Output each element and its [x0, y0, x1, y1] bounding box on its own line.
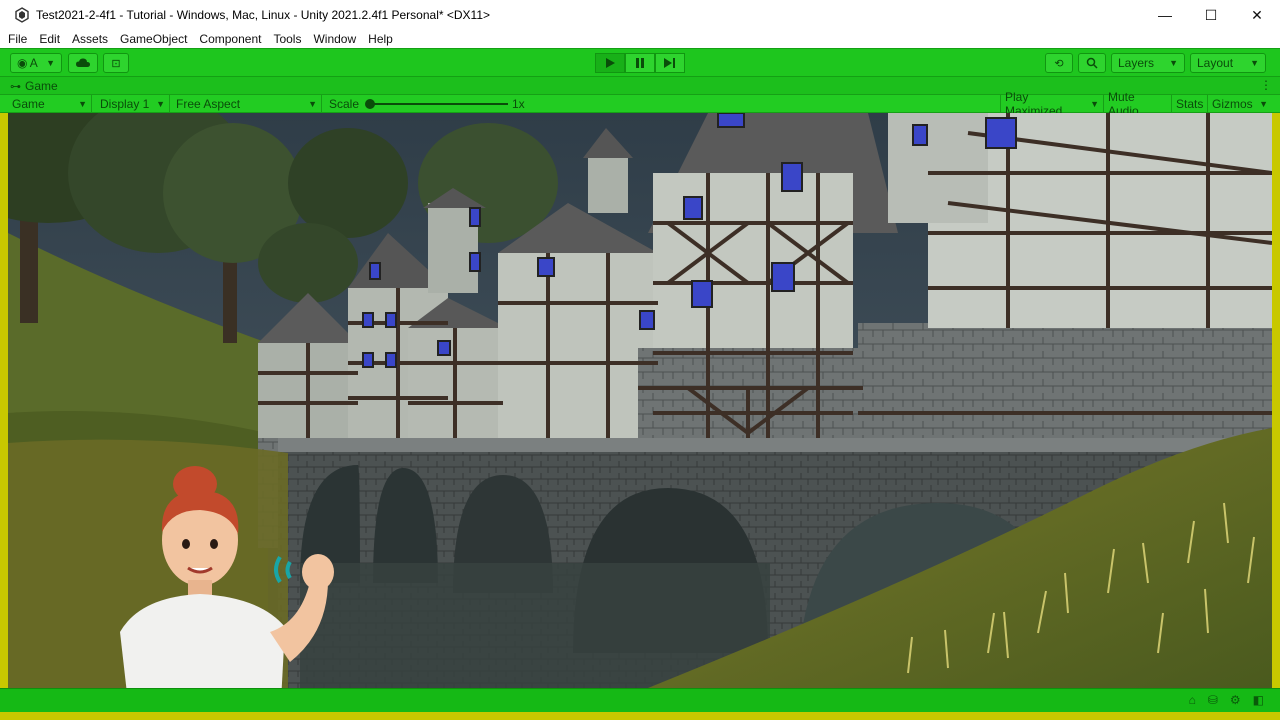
chevron-down-icon: ▼: [308, 99, 317, 109]
game-view-toolbar: Game ▼ Display 1 ▼ Free Aspect ▼ Scale 1…: [0, 90, 1280, 118]
main-toolbar: ◉ A ▼ ⊡ ⟲ Layers ▼ Layout ▼: [0, 48, 1280, 76]
status-icons: ⌂ ⛁ ⚙ ◧: [1189, 693, 1264, 707]
collab-button[interactable]: ⊡: [103, 53, 129, 73]
account-label: A: [29, 56, 38, 70]
scale-slider-handle[interactable]: [365, 99, 375, 109]
maximize-button[interactable]: ☐: [1188, 0, 1234, 30]
database-icon[interactable]: ⛁: [1208, 693, 1218, 707]
chevron-down-icon: ▼: [1250, 58, 1259, 68]
chevron-down-icon: ▼: [1090, 99, 1099, 109]
tab-game[interactable]: ⊶ Game: [10, 78, 58, 94]
collab-status-icon[interactable]: ◧: [1253, 693, 1264, 707]
play-icon: [606, 58, 615, 68]
history-icon: ⟲: [1054, 57, 1064, 70]
layout-label: Layout: [1197, 56, 1234, 70]
gizmos-label: Gizmos: [1212, 97, 1253, 111]
chevron-down-icon: ▼: [1169, 58, 1178, 68]
layers-label: Layers: [1118, 56, 1155, 70]
menu-bar: File Edit Assets GameObject Component To…: [0, 30, 1280, 48]
tab-strip: ⊶ Game ⋮: [0, 76, 1280, 94]
menu-gameobject[interactable]: GameObject: [120, 32, 187, 46]
step-button[interactable]: [655, 53, 685, 73]
cloud-button[interactable]: [68, 53, 98, 73]
view-select-label: Game: [12, 97, 45, 111]
account-dropdown[interactable]: ◉ A ▼: [10, 53, 62, 73]
debug-icon[interactable]: ⚙: [1230, 693, 1241, 707]
search-button[interactable]: [1078, 53, 1106, 73]
close-button[interactable]: ✕: [1234, 0, 1280, 30]
pause-icon: [636, 58, 644, 68]
menu-assets[interactable]: Assets: [72, 32, 108, 46]
bottom-border: [0, 712, 1280, 720]
mute-audio-toggle[interactable]: Mute Audio: [1104, 90, 1172, 118]
aspect-select-label: Free Aspect: [176, 97, 241, 111]
scale-label: Scale: [329, 97, 360, 111]
menu-edit[interactable]: Edit: [39, 32, 60, 46]
layout-dropdown[interactable]: Layout ▼: [1190, 53, 1266, 73]
title-bar: Test2021-2-4f1 - Tutorial - Windows, Mac…: [0, 0, 1280, 30]
display-select[interactable]: Display 1 ▼: [96, 95, 170, 113]
step-icon: [664, 58, 675, 68]
scale-value: 1x: [512, 97, 525, 111]
play-button[interactable]: [595, 53, 625, 73]
minimize-button[interactable]: —: [1142, 0, 1188, 30]
search-icon: [1086, 57, 1098, 69]
gizmos-dropdown[interactable]: Gizmos ▼: [1208, 95, 1272, 113]
stats-toggle[interactable]: Stats: [1172, 95, 1208, 113]
chevron-down-icon: ▼: [1259, 99, 1268, 109]
window-controls: — ☐ ✕: [1142, 0, 1280, 30]
window-title: Test2021-2-4f1 - Tutorial - Windows, Mac…: [36, 8, 491, 22]
play-maximized-toggle[interactable]: Play Maximized ▼: [1000, 90, 1104, 118]
history-button[interactable]: ⟲: [1045, 53, 1073, 73]
unity-logo-icon: [15, 7, 29, 23]
status-bar: ⌂ ⛁ ⚙ ◧: [0, 688, 1280, 712]
menu-file[interactable]: File: [8, 32, 27, 46]
chevron-down-icon: ▼: [46, 58, 55, 68]
presenter-avatar: [120, 466, 334, 720]
display-select-label: Display 1: [100, 97, 150, 111]
gamepad-icon: ⊶: [10, 80, 21, 93]
menu-window[interactable]: Window: [313, 32, 356, 46]
cloud-icon: [76, 58, 90, 67]
pause-button[interactable]: [625, 53, 655, 73]
menu-component[interactable]: Component: [199, 32, 261, 46]
view-select[interactable]: Game ▼: [8, 95, 92, 113]
progress-icon[interactable]: ⌂: [1189, 693, 1196, 707]
menu-help[interactable]: Help: [368, 32, 393, 46]
tab-game-label: Game: [25, 79, 58, 93]
account-icon: ◉: [17, 56, 28, 70]
chevron-down-icon: ▼: [78, 99, 87, 109]
collab-icon: ⊡: [111, 57, 121, 70]
menu-tools[interactable]: Tools: [273, 32, 301, 46]
aspect-select[interactable]: Free Aspect ▼: [172, 95, 322, 113]
tab-options-icon[interactable]: ⋮: [1260, 78, 1272, 92]
scale-slider-track[interactable]: [368, 103, 508, 105]
chevron-down-icon: ▼: [156, 99, 165, 109]
layers-dropdown[interactable]: Layers ▼: [1111, 53, 1185, 73]
playmode-controls: [595, 53, 685, 73]
